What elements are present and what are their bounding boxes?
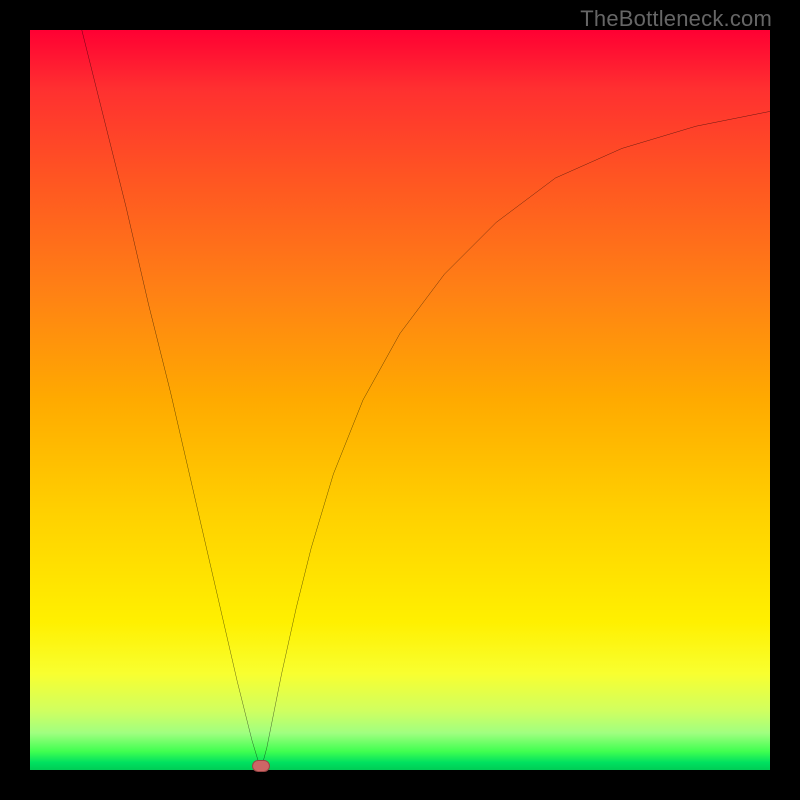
chart-frame: TheBottleneck.com xyxy=(0,0,800,800)
watermark-text: TheBottleneck.com xyxy=(580,6,772,32)
bottleneck-curve xyxy=(30,30,770,770)
plot-area xyxy=(30,30,770,770)
minimum-point-marker xyxy=(252,760,270,772)
